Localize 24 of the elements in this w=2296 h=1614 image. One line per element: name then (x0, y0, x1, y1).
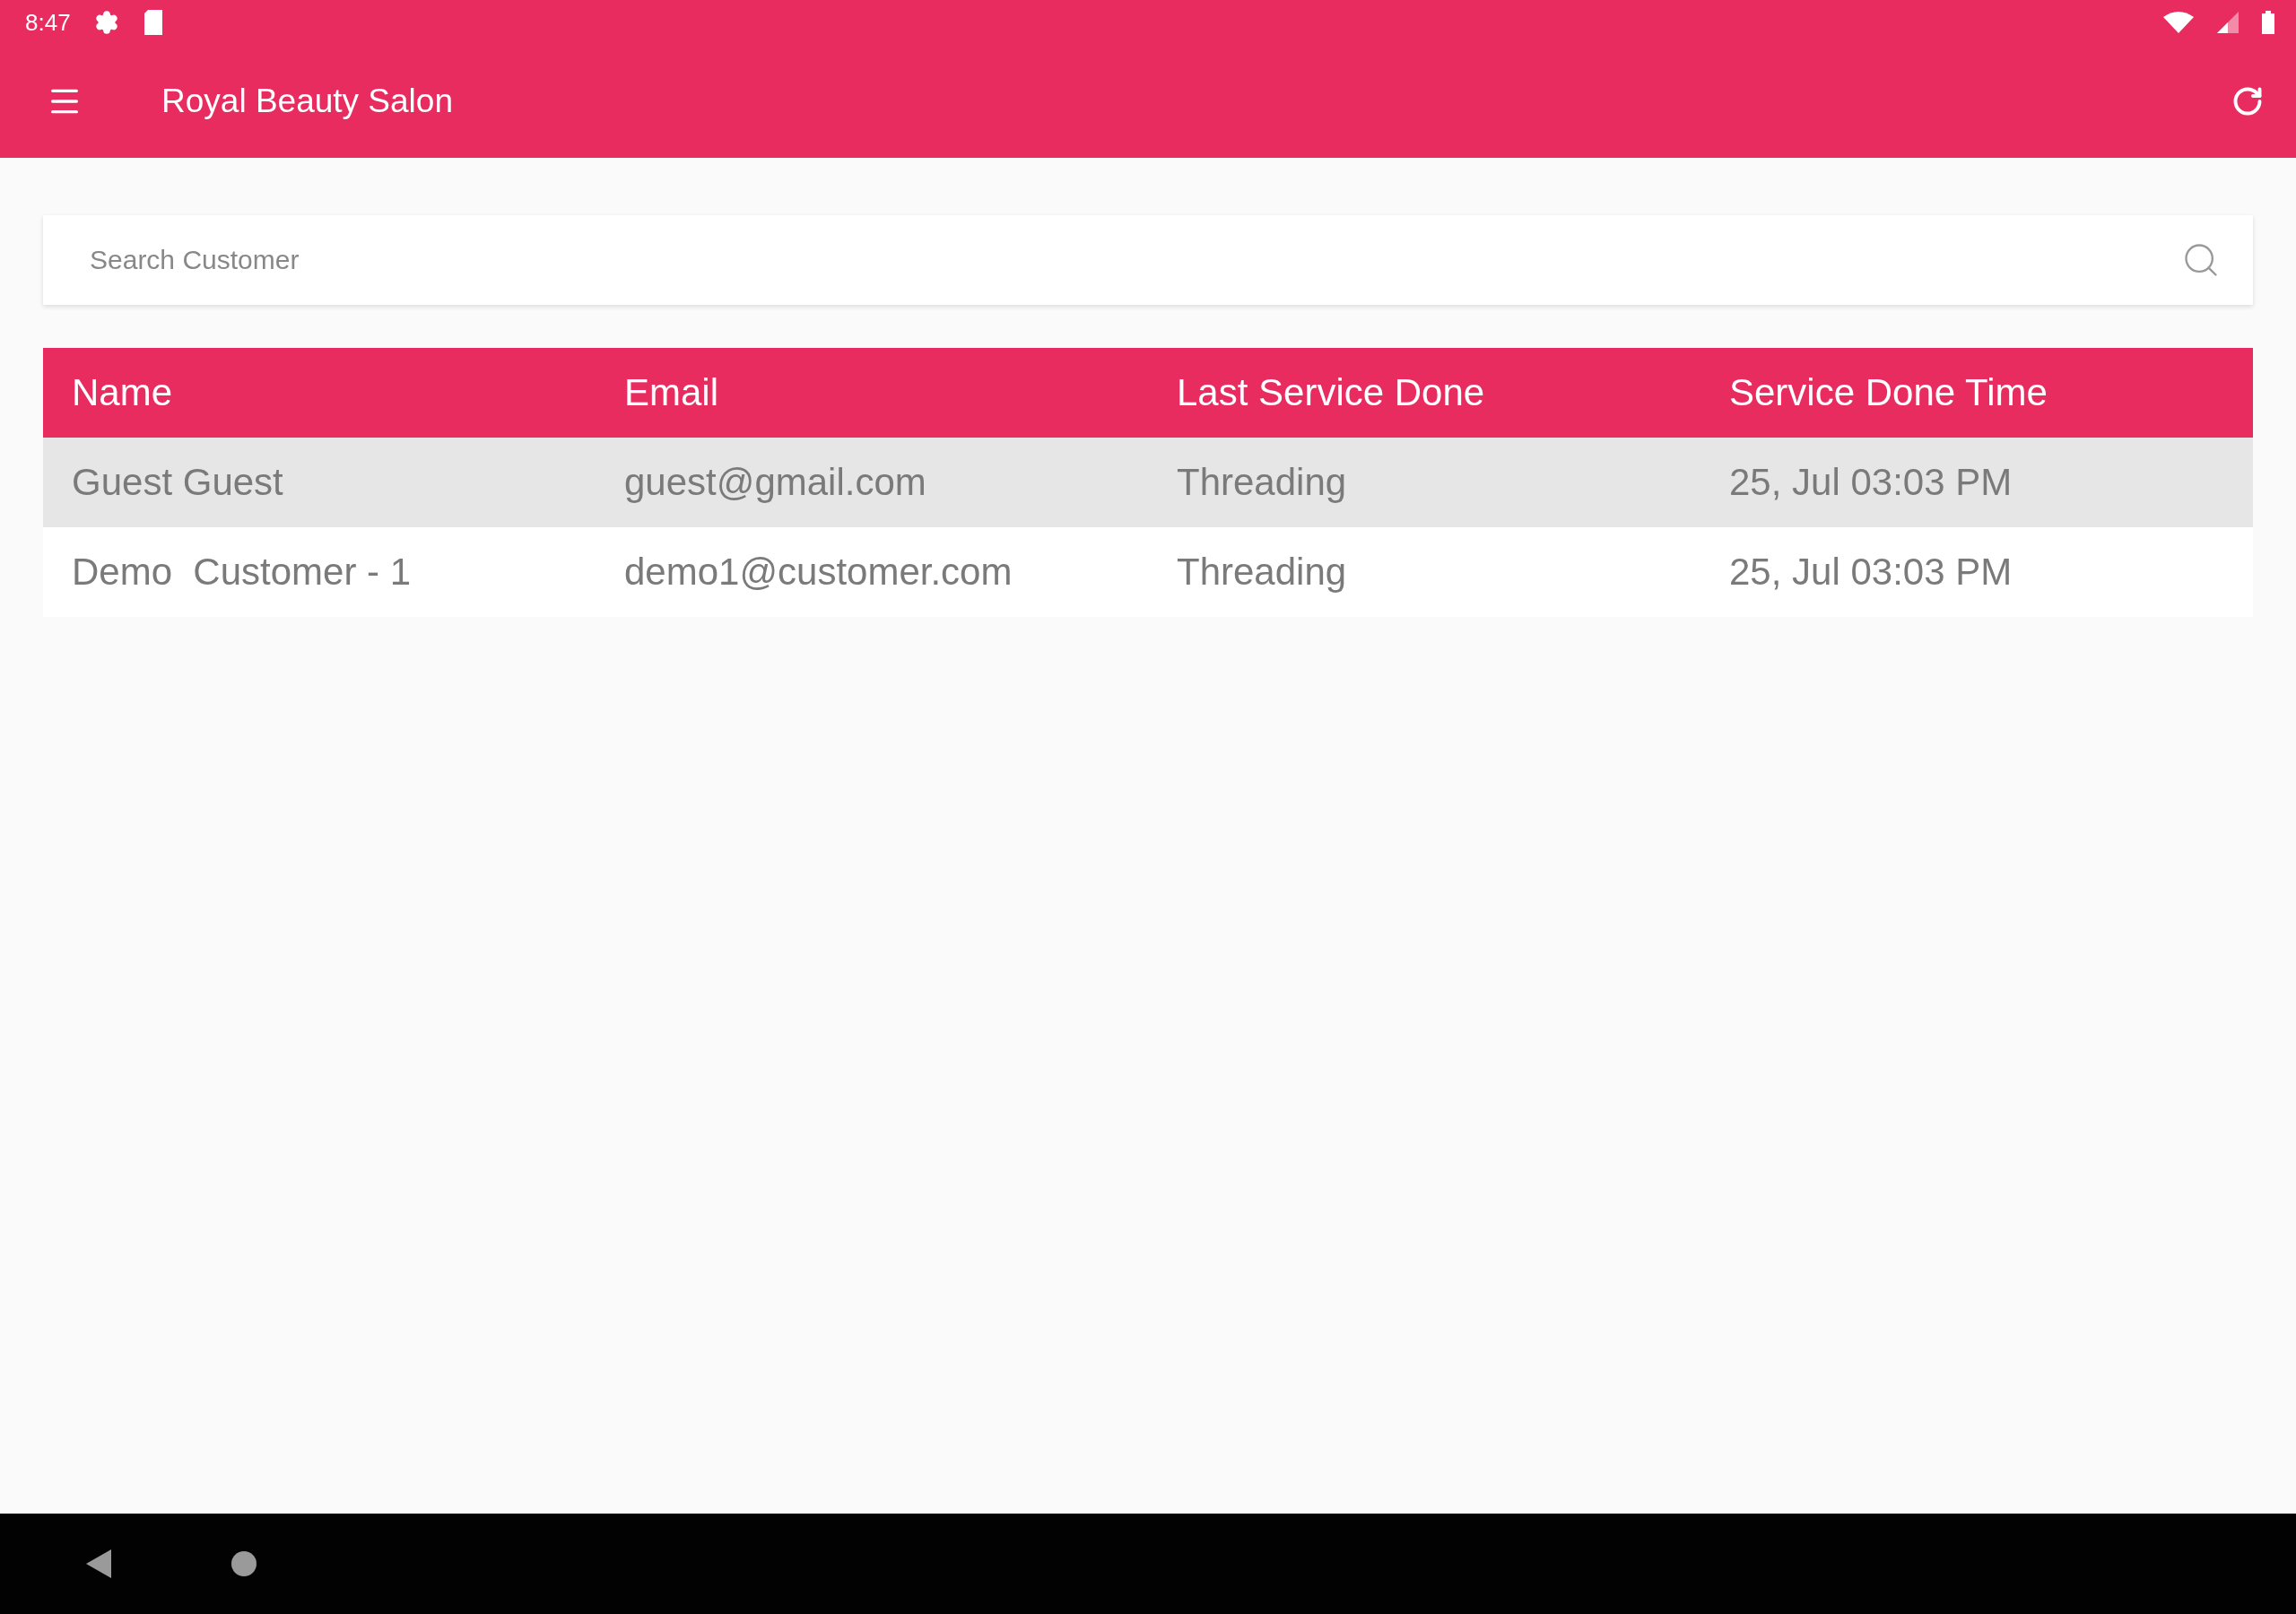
table-row[interactable]: Demo Customer - 1 demo1@customer.com Threading 25, Jul 03:03 PM (43, 527, 2253, 617)
wifi-icon (2163, 12, 2194, 33)
table-cell-text: Demo Customer - 1 (71, 551, 413, 594)
table-cell-text: guest@gmail.com (623, 461, 927, 504)
column-header: Name (71, 371, 174, 414)
app-title: Royal Beauty Salon (161, 82, 453, 120)
home-icon[interactable] (231, 1551, 257, 1576)
column-header: Service Done Time (1728, 371, 2048, 414)
table-cell-text: demo1@customer.com (623, 551, 1013, 594)
table-cell-text: Threading (1176, 461, 1348, 504)
refresh-button[interactable] (2231, 85, 2264, 117)
table-cell-text: 25, Jul 03:03 PM (1728, 551, 2013, 594)
signal-icon (2217, 12, 2239, 33)
column-header: Last Service Done (1176, 371, 1486, 414)
back-icon[interactable] (86, 1549, 111, 1578)
search-field[interactable]: Search Customer (43, 215, 2253, 305)
table-cell-text: 25, Jul 03:03 PM (1728, 461, 2013, 504)
battery-icon (2262, 11, 2274, 34)
column-header: Email (623, 371, 720, 414)
table-cell-text: Threading (1176, 551, 1348, 594)
table-cell-text: Guest Guest (71, 461, 284, 504)
sd-card-icon (142, 10, 164, 35)
table-row[interactable]: Guest Guest guest@gmail.com Threading 25, Jul 03:03 PM (43, 438, 2253, 527)
status-time: 8:47 (25, 8, 71, 37)
